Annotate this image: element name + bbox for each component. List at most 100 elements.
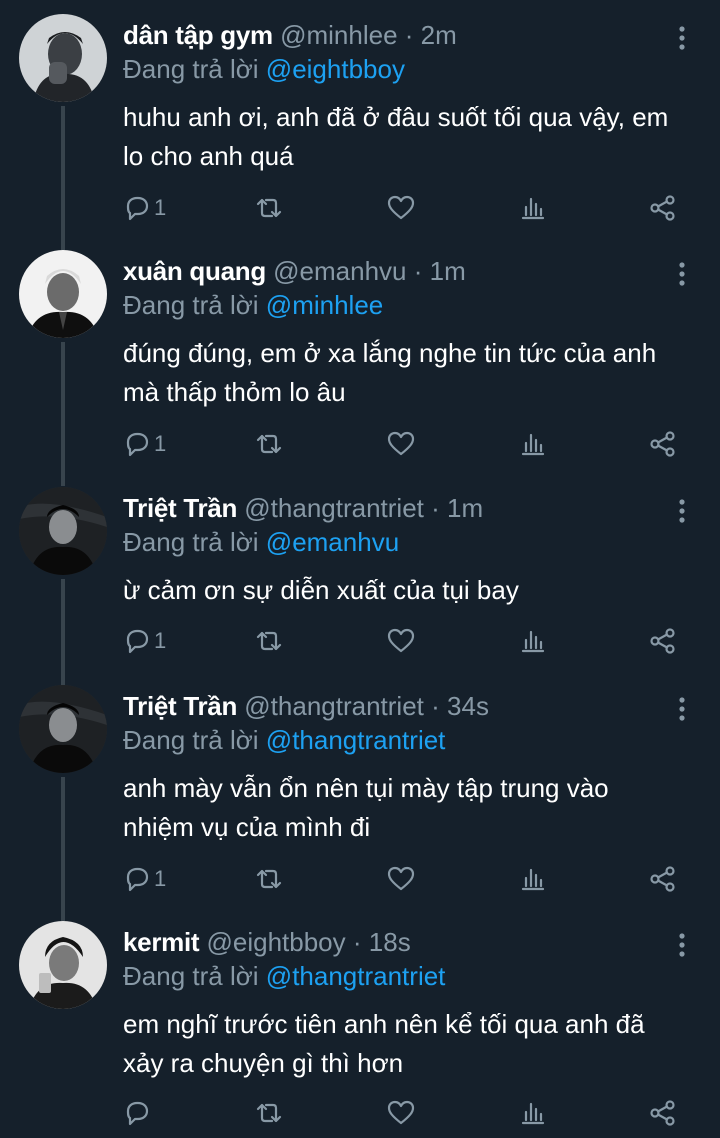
separator-dot: · (352, 927, 362, 957)
replying-to: Đang trả lời @minhlee (123, 288, 383, 322)
reply-count: 1 (154, 866, 167, 891)
share-button[interactable] (648, 190, 678, 226)
retweet-button[interactable] (254, 623, 284, 659)
avatar-image (19, 921, 107, 1009)
reply-button[interactable] (122, 1095, 154, 1131)
avatar[interactable] (19, 250, 107, 338)
thread-line (61, 777, 65, 921)
tweet[interactable]: kermit @eightbboy · 18s Đang trả lời @th… (0, 921, 720, 1138)
analytics-button[interactable] (518, 623, 548, 659)
replying-to-label: Đang trả lời (123, 961, 259, 991)
reply-button[interactable]: 1 (122, 623, 166, 659)
retweet-icon (256, 434, 282, 454)
more-icon[interactable] (672, 931, 692, 961)
reply-count: 1 (154, 628, 167, 653)
like-icon (387, 431, 415, 456)
retweet-button[interactable] (254, 1095, 284, 1131)
share-button[interactable] (648, 426, 678, 462)
share-button[interactable] (648, 623, 678, 659)
avatar[interactable] (19, 921, 107, 1009)
tweet-header: dân tập gym @minhlee · 2m (123, 18, 660, 52)
reply-button[interactable]: 1 (122, 861, 166, 897)
thread-line (61, 106, 65, 250)
share-icon (650, 195, 675, 221)
share-button[interactable] (648, 1095, 678, 1131)
more-icon[interactable] (672, 24, 692, 54)
display-name[interactable]: kermit (123, 927, 200, 957)
more-icon[interactable] (672, 497, 692, 527)
reply-icon (126, 1101, 149, 1126)
retweet-icon (256, 198, 282, 218)
like-button[interactable] (386, 861, 416, 897)
timestamp[interactable]: 18s (369, 927, 411, 957)
display-name[interactable]: dân tập gym (123, 20, 273, 50)
like-button[interactable] (386, 1095, 416, 1131)
username[interactable]: @thangtrantriet (244, 493, 424, 523)
reply-count: 1 (154, 195, 167, 220)
like-icon (387, 1100, 415, 1125)
tweet-text: ừ cảm ơn sự diễn xuất của tụi bay (123, 575, 519, 605)
retweet-button[interactable] (254, 190, 284, 226)
analytics-button[interactable] (518, 1095, 548, 1131)
thread-line (61, 342, 65, 486)
like-button[interactable] (386, 190, 416, 226)
avatar[interactable] (19, 685, 107, 773)
separator-dot: · (404, 20, 414, 50)
reply-icon (126, 196, 149, 221)
analytics-icon (521, 630, 545, 653)
more-icon[interactable] (672, 260, 692, 290)
avatar[interactable] (19, 14, 107, 102)
like-button[interactable] (386, 426, 416, 462)
analytics-button[interactable] (518, 190, 548, 226)
replying-to-handle[interactable]: @emanhvu (266, 527, 399, 557)
replying-to-handle[interactable]: @thangtrantriet (266, 961, 446, 991)
tweet-header: xuân quang @emanhvu · 1m (123, 254, 660, 288)
avatar-image (19, 685, 107, 773)
retweet-icon (256, 869, 282, 889)
tweet[interactable]: xuân quang @emanhvu · 1m Đang trả lời @m… (0, 250, 720, 486)
username[interactable]: @eightbboy (206, 927, 345, 957)
tweet[interactable]: dân tập gym @minhlee · 2m Đang trả lời @… (0, 14, 720, 250)
tweet-header: Triệt Trần @thangtrantriet · 34s (123, 689, 660, 723)
analytics-button[interactable] (518, 426, 548, 462)
separator-dot: · (431, 691, 440, 721)
display-name[interactable]: xuân quang (123, 256, 266, 286)
avatar-image (19, 14, 107, 102)
avatar[interactable] (19, 487, 107, 575)
replying-to-handle[interactable]: @eightbboy (266, 54, 405, 84)
tweet[interactable]: Triệt Trần @thangtrantriet · 1m Đang trả… (0, 487, 720, 685)
more-icon[interactable] (672, 695, 692, 725)
analytics-button[interactable] (518, 861, 548, 897)
username[interactable]: @emanhvu (273, 256, 406, 286)
retweet-button[interactable] (254, 861, 284, 897)
username[interactable]: @minhlee (280, 20, 397, 50)
timestamp[interactable]: 1m (430, 256, 466, 286)
reply-button[interactable]: 1 (122, 190, 166, 226)
share-icon (650, 1100, 675, 1126)
reply-button[interactable]: 1 (122, 426, 166, 462)
replying-to: Đang trả lời @emanhvu (123, 525, 399, 559)
action-bar: 1 (0, 623, 720, 659)
share-button[interactable] (648, 861, 678, 897)
timestamp[interactable]: 2m (421, 20, 457, 50)
timestamp[interactable]: 1m (447, 493, 483, 523)
share-icon (650, 628, 675, 654)
display-name[interactable]: Triệt Trần (123, 493, 237, 523)
replying-to-label: Đang trả lời (123, 725, 259, 755)
separator-dot: · (413, 256, 423, 286)
display-name[interactable]: Triệt Trần (123, 691, 237, 721)
timestamp[interactable]: 34s (447, 691, 489, 721)
tweet[interactable]: Triệt Trần @thangtrantriet · 34s Đang tr… (0, 685, 720, 921)
analytics-icon (521, 1102, 545, 1125)
username[interactable]: @thangtrantriet (244, 691, 424, 721)
reply-count: 1 (154, 431, 167, 456)
replying-to-handle[interactable]: @thangtrantriet (266, 725, 446, 755)
retweet-button[interactable] (254, 426, 284, 462)
tweet-text: huhu anh ơi, anh đã ở đâu suốt tối qua v… (123, 102, 669, 171)
avatar-image (19, 250, 107, 338)
replying-to-handle[interactable]: @minhlee (266, 290, 383, 320)
like-button[interactable] (386, 623, 416, 659)
retweet-icon (256, 1103, 282, 1123)
share-icon (650, 431, 675, 457)
action-bar: 1 (0, 426, 720, 462)
